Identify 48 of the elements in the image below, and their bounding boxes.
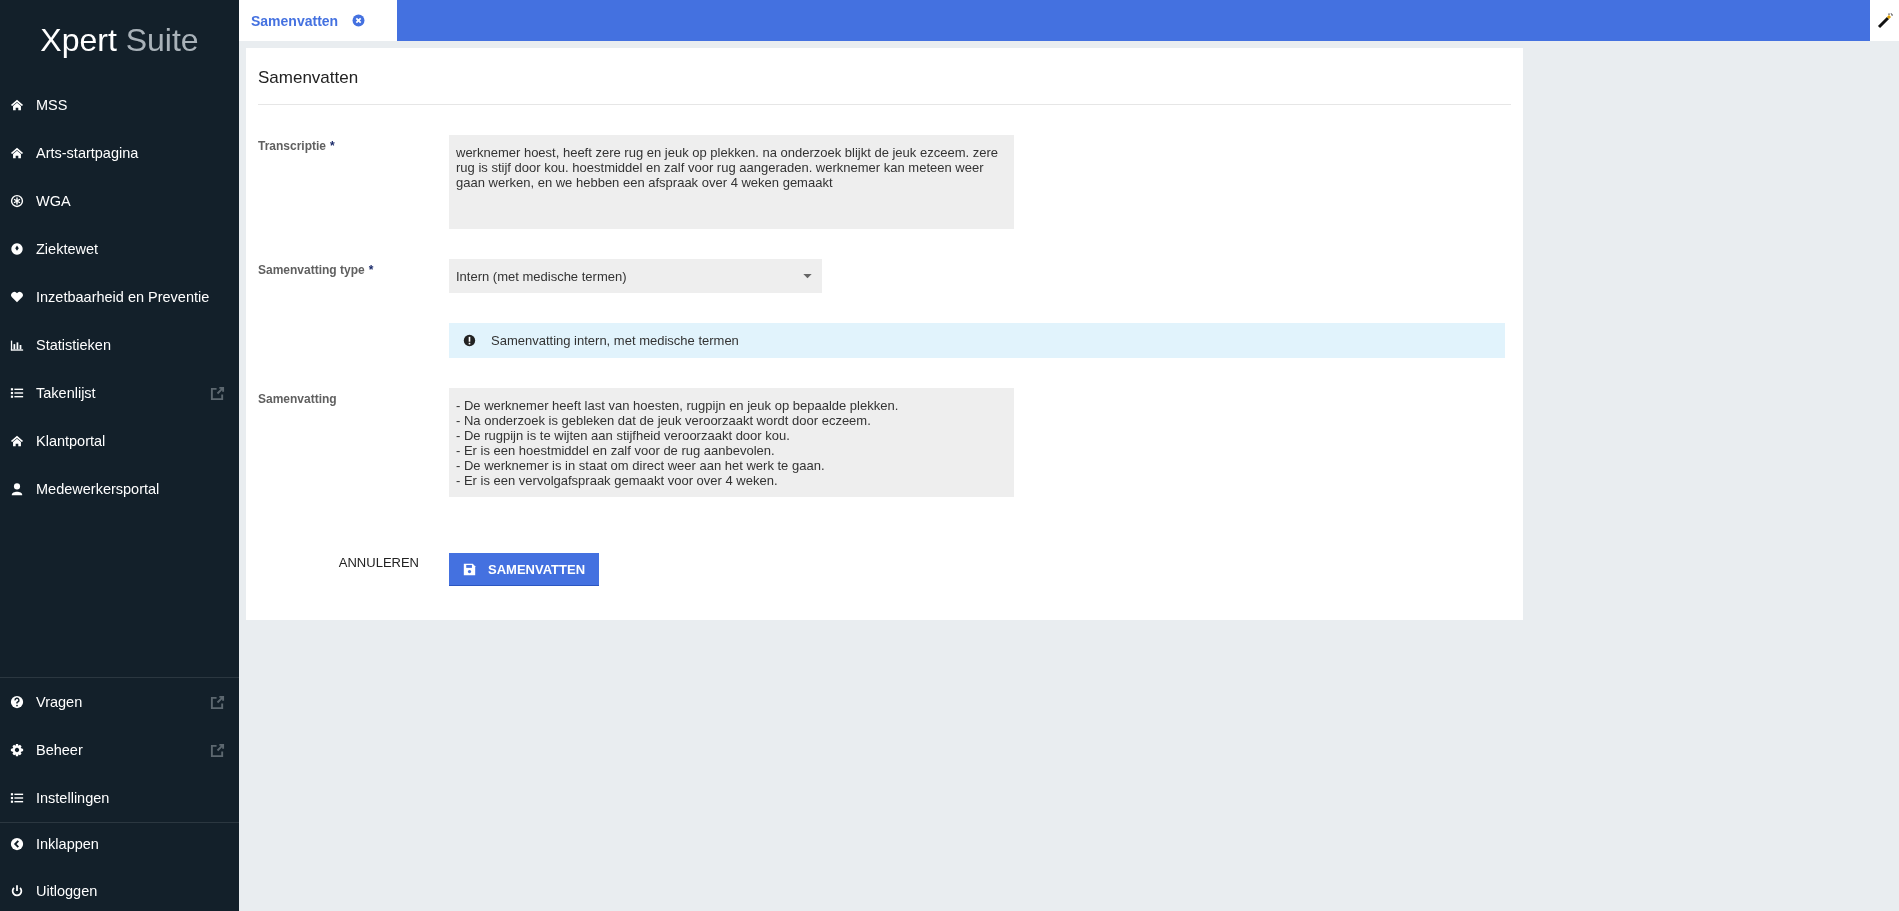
home-icon <box>10 434 24 448</box>
chevron-left-icon <box>10 836 24 851</box>
nav-item[interactable]: WGA <box>0 177 239 225</box>
exclamation-icon <box>463 334 476 347</box>
nav-item[interactable]: MSS <box>0 81 239 129</box>
app-logo: Xpert Suite <box>40 21 199 60</box>
close-icon[interactable] <box>352 14 366 27</box>
info-text: Samenvatting intern, met medische termen <box>491 333 739 348</box>
cancel-link[interactable]: ANNULEREN <box>338 553 419 570</box>
submit-button[interactable]: SAMENVATTEN <box>449 553 600 586</box>
home-icon <box>10 146 24 160</box>
type-dropdown[interactable]: Intern (met medische termen) <box>449 259 822 293</box>
nav-item[interactable]: Inzetbaarheid en Preventie <box>0 273 239 321</box>
summary-field[interactable]: - De werknemer heeft last van hoesten, rugpijn en jeuk op bepaalde plekken. - Na onderzoek is gebleken dat de jeuk veroorzaakt wordt door eczeem. - De rugpijn is te wijten aan stijfheid veroorzaakt door kou. - Er is een hoestmiddel en zalf voor de rug aanbevolen. - De werknemer is in staat om direct weer aan het werk te gaan. - Er is een vervolgafspraak gemaakt voor over 4 weken. <box>449 388 1014 497</box>
nav-item[interactable]: Medewerkersportal <box>0 465 239 513</box>
field-label: Samenvatting type <box>258 263 365 277</box>
list-icon <box>10 386 24 400</box>
emblem-icon <box>10 242 24 256</box>
nav-item[interactable]: Klantportal <box>0 417 239 465</box>
nav-item[interactable]: Arts-startpagina <box>0 129 239 177</box>
card-title: Samenvatten <box>258 48 1511 105</box>
tool-button[interactable] <box>1870 0 1899 41</box>
nav-item[interactable]: Ziektewet <box>0 225 239 273</box>
required-mark: * <box>368 263 374 277</box>
nav-item[interactable]: Beheer <box>0 726 239 774</box>
nav-item[interactable]: Takenlijst <box>0 369 239 417</box>
asterisk-icon <box>10 194 24 208</box>
caret-icon <box>803 273 812 279</box>
transcription-field[interactable]: werknemer hoest, heeft zere rug en jeuk op plekken. na onderzoek blijkt de jeuk ezceem. zere rug is stijf door kou. hoestmiddel en zalf voor rug aangeraden. werknemer kan meteen weer gaan werken, en we hebben een afspraak over 4 weken gemaakt <box>449 135 1014 229</box>
user-icon <box>10 482 24 496</box>
nav-item[interactable]: Instellingen <box>0 774 239 822</box>
power-icon <box>10 883 24 898</box>
required-mark: * <box>330 139 335 153</box>
tab[interactable]: Samenvatten <box>239 0 397 41</box>
settings-icon <box>10 743 24 757</box>
nav-item[interactable]: Vragen <box>0 678 239 726</box>
magic-wand-icon <box>1876 12 1893 29</box>
nav-item[interactable]: Uitloggen <box>0 870 239 911</box>
nav-item[interactable]: Statistieken <box>0 321 239 369</box>
save-icon <box>463 562 476 576</box>
bar-chart-icon <box>10 338 24 352</box>
list-icon <box>10 791 24 805</box>
heart-icon <box>10 290 24 304</box>
field-label: Transcriptie <box>258 139 327 153</box>
home-icon <box>10 98 24 112</box>
help-icon <box>10 695 24 709</box>
field-label: Samenvatting <box>258 392 337 406</box>
nav-item[interactable]: Inklappen <box>0 823 239 864</box>
